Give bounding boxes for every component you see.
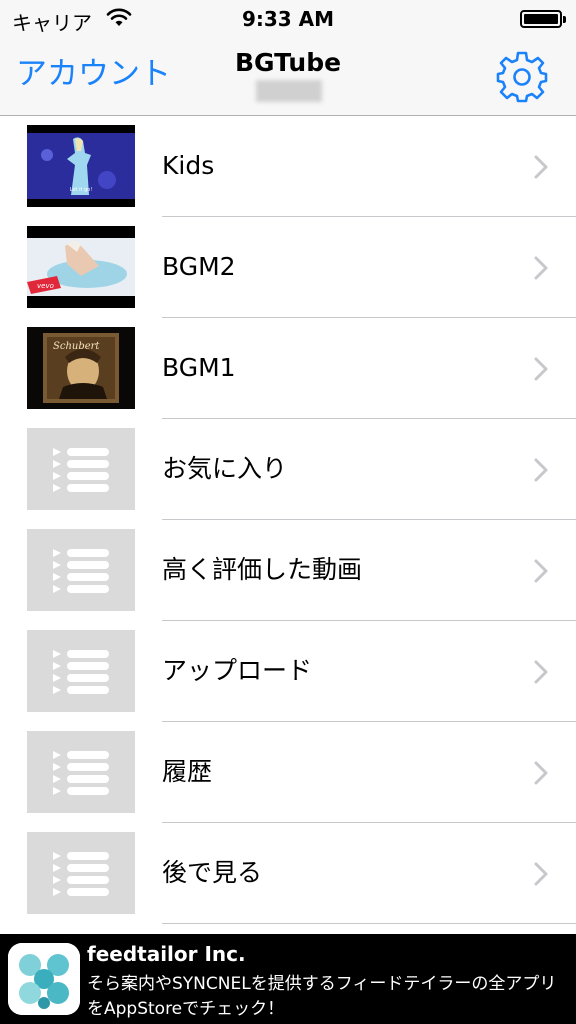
list-item[interactable]: vevo BGM2 bbox=[0, 217, 576, 318]
account-name-redacted bbox=[256, 80, 322, 102]
status-bar: キャリア 9:33 AM bbox=[0, 0, 576, 40]
list-item-label: BGM2 bbox=[162, 252, 236, 281]
battery-icon bbox=[520, 10, 566, 28]
playlist-icon bbox=[27, 428, 135, 510]
chevron-right-icon bbox=[533, 760, 549, 786]
bgm1-video-thumbnail: Schubert bbox=[27, 327, 135, 409]
chevron-right-icon bbox=[533, 659, 549, 685]
ad-banner[interactable]: feedtailor Inc. そら案内やSYNCNELを提供するフィードテイラ… bbox=[0, 934, 576, 1024]
list-item[interactable]: 履歴 bbox=[0, 722, 576, 823]
chevron-right-icon bbox=[533, 457, 549, 483]
list-item-label: 履歴 bbox=[162, 757, 213, 786]
playlist-icon bbox=[27, 529, 135, 611]
ad-text: そら案内やSYNCNELを提供するフィードテイラーの全アプリをAppStoreで… bbox=[87, 974, 557, 1019]
svg-text:Schubert: Schubert bbox=[53, 341, 100, 352]
chevron-right-icon bbox=[533, 154, 549, 180]
gear-icon[interactable] bbox=[495, 50, 549, 104]
svg-text:Let it go!: Let it go! bbox=[70, 187, 93, 193]
page-title: BGTube bbox=[234, 48, 342, 77]
list-item[interactable]: Schubert BGM1 bbox=[0, 318, 576, 419]
list-item-label: お気に入り bbox=[162, 454, 288, 483]
list-item-label: BGM1 bbox=[162, 353, 236, 382]
kids-video-thumbnail: Let it go! bbox=[27, 125, 135, 207]
chevron-right-icon bbox=[533, 558, 549, 584]
list-item[interactable]: お気に入り bbox=[0, 419, 576, 520]
svg-text:vevo: vevo bbox=[37, 282, 54, 290]
clock: 9:33 AM bbox=[241, 7, 335, 31]
bgm2-video-thumbnail: vevo bbox=[27, 226, 135, 308]
list-item-label: 後で見る bbox=[162, 858, 263, 887]
list-item[interactable]: 高く評価した動画 bbox=[0, 520, 576, 621]
playlist-icon bbox=[27, 832, 135, 914]
chevron-right-icon bbox=[533, 356, 549, 382]
list-item[interactable]: 後で見る bbox=[0, 823, 576, 924]
ad-title: feedtailor Inc. bbox=[87, 942, 246, 966]
list-item[interactable]: Let it go! Kids bbox=[0, 116, 576, 217]
list-item-label: 高く評価した動画 bbox=[162, 555, 363, 584]
playlist-list: Let it go! Kids vevo BGM2 Schubert BGM1 … bbox=[0, 116, 576, 924]
chevron-right-icon bbox=[533, 255, 549, 281]
list-item[interactable]: アップロード bbox=[0, 621, 576, 722]
feedtailor-logo bbox=[8, 943, 80, 1015]
list-item-label: アップロード bbox=[162, 656, 313, 685]
playlist-icon bbox=[27, 731, 135, 813]
chevron-right-icon bbox=[533, 861, 549, 887]
navigation-bar: キャリア 9:33 AM アカウント BGTube bbox=[0, 0, 576, 116]
playlist-icon bbox=[27, 630, 135, 712]
list-item-label: Kids bbox=[162, 151, 215, 180]
